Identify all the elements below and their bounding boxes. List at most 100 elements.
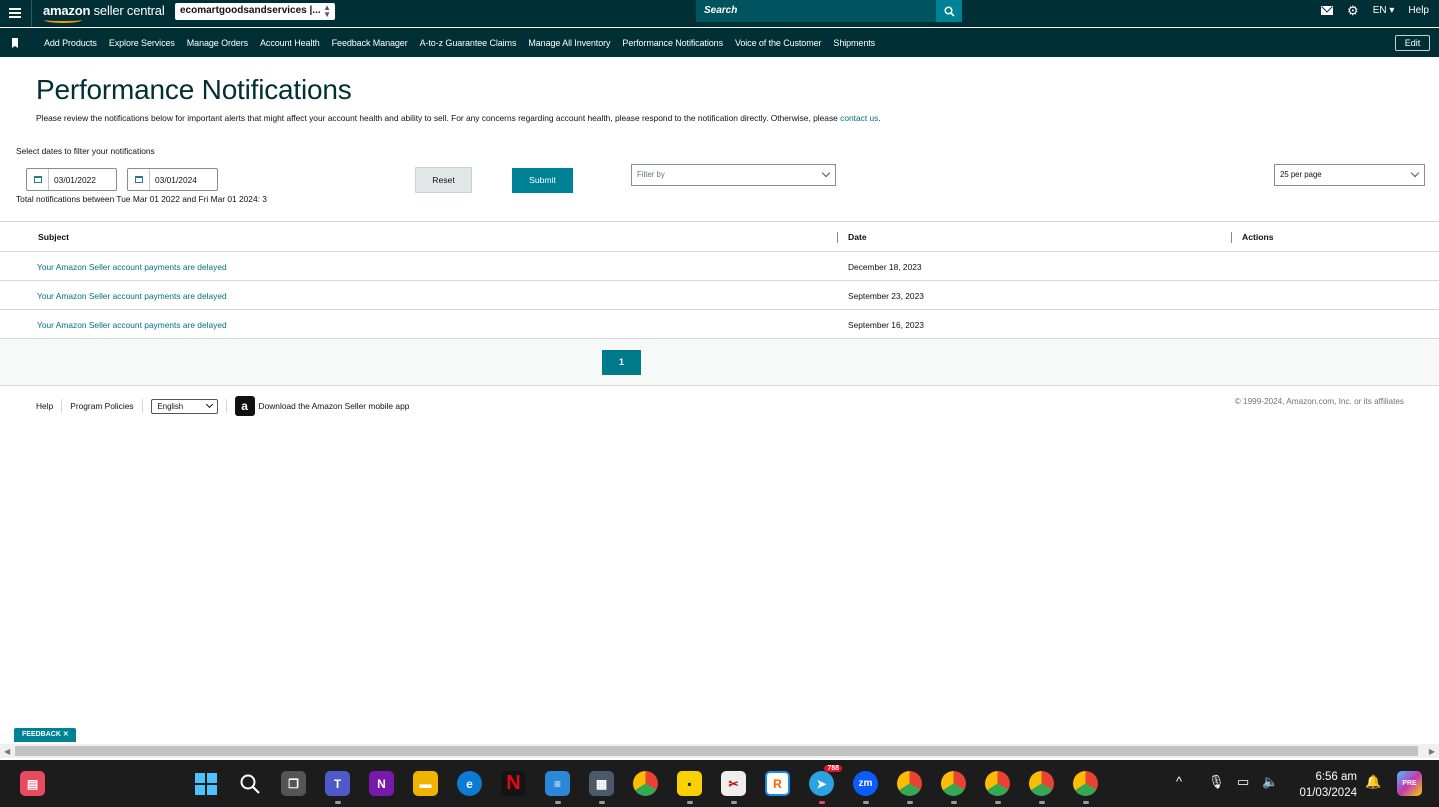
news-widget-icon[interactable]: ▤ [20,771,45,796]
search-icon[interactable] [237,771,262,796]
copilot-icon[interactable]: PRE [1397,771,1422,796]
notification-date: September 23, 2023 [848,291,924,301]
running-indicator [1083,801,1089,804]
chrome-profile-icon[interactable] [1073,771,1098,796]
calendar-icon[interactable] [128,169,150,190]
search-input[interactable]: Search [696,0,936,22]
updown-arrow-icon: ▲ ▼ [323,3,331,19]
teams-icon[interactable]: T [325,771,350,796]
start-date-input[interactable]: 03/01/2022 [26,168,117,191]
scroll-left-icon[interactable]: ◀ [4,747,10,756]
nav-item-add-products[interactable]: Add Products [44,38,97,48]
zoom-icon[interactable]: zm [853,771,878,796]
table-row: Your Amazon Seller account payments are … [0,281,1439,310]
task-view-icon[interactable]: ❐ [281,771,306,796]
running-indicator [951,801,957,804]
clock-time: 6:56 am [1315,771,1357,783]
submit-button[interactable]: Submit [512,168,573,193]
footer-help-link[interactable]: Help [36,401,53,411]
menu-icon[interactable] [9,6,21,20]
volume-icon[interactable]: 🔈 [1262,774,1278,790]
column-header-subject[interactable]: Subject [38,232,69,242]
pagination: 1 [0,338,1439,386]
end-date-input[interactable]: 03/01/2024 [127,168,218,191]
snipping-tool-icon[interactable]: ✂ [721,771,746,796]
chrome-profile-icon[interactable] [985,771,1010,796]
copyright: © 1999-2024, Amazon.com, Inc. or its aff… [1234,397,1404,406]
search-button[interactable] [936,0,962,22]
search-placeholder: Search [704,5,738,16]
running-indicator [1039,801,1045,804]
clock[interactable]: 6:56 am 01/03/2024 [1299,769,1357,801]
reset-button[interactable]: Reset [415,167,472,193]
nav-item-performance-notifications[interactable]: Performance Notifications [622,38,723,48]
calculator-icon[interactable]: ▦ [589,771,614,796]
program-policies-link[interactable]: Program Policies [70,401,133,411]
search-icon [943,5,955,17]
nav-item-voice-of-customer[interactable]: Voice of the Customer [735,38,822,48]
edit-nav-button[interactable]: Edit [1395,35,1430,51]
column-header-actions: Actions [1242,232,1274,242]
per-page-select[interactable]: 25 per page [1274,164,1425,186]
running-indicator [731,801,737,804]
chrome-icon[interactable] [633,771,658,796]
scroll-right-icon[interactable]: ▶ [1429,747,1435,756]
language-selector[interactable]: EN ▾ [1373,5,1395,16]
download-app-link[interactable]: Download the Amazon Seller mobile app [259,401,410,411]
language-label: EN [1372,5,1387,16]
telegram-icon[interactable]: ➤ 788 [809,765,842,796]
page-description: Please review the notifications below fo… [36,113,881,123]
feedback-button[interactable]: FEEDBACK ✕ [14,728,76,742]
nav-item-shipments[interactable]: Shipments [833,38,875,48]
netflix-icon[interactable]: N [501,771,526,796]
microphone-icon[interactable]: 🎙 [1208,774,1225,790]
mail-icon[interactable] [1321,6,1334,15]
horizontal-scrollbar[interactable]: ◀ ▶ [0,744,1439,758]
nav-item-manage-inventory[interactable]: Manage All Inventory [528,38,610,48]
notification-bell-icon[interactable]: 🔔 [1365,774,1381,790]
divider [225,399,227,413]
edge-icon[interactable]: e [457,771,482,796]
end-date-value: 03/01/2024 [155,174,197,185]
notification-subject-link[interactable]: Your Amazon Seller account payments are … [37,262,227,272]
network-icon[interactable]: ▭ [1237,774,1249,790]
chrome-profile-icon[interactable] [1029,771,1054,796]
chevron-down-icon [821,168,831,178]
bookmark-icon[interactable] [12,38,18,48]
scrollbar-thumb[interactable] [15,746,1418,756]
page-button-1[interactable]: 1 [602,350,641,375]
notepad-icon[interactable]: ≡ [545,771,570,796]
notification-subject-link[interactable]: Your Amazon Seller account payments are … [37,291,227,301]
logo-brand: amazon [43,3,91,18]
nav-item-feedback-manager[interactable]: Feedback Manager [332,38,408,48]
logo-product: seller central [93,3,165,18]
chrome-profile-icon[interactable] [897,771,922,796]
nav-item-atoz-claims[interactable]: A-to-z Guarantee Claims [420,38,517,48]
chrome-profile-icon[interactable] [941,771,966,796]
running-indicator [687,801,693,804]
nav-item-manage-orders[interactable]: Manage Orders [187,38,248,48]
filter-by-select[interactable]: Filter by [631,164,836,186]
description-text: Please review the notifications below fo… [36,113,838,123]
onenote-icon[interactable]: N [369,771,394,796]
telegram-badge: 788 [824,765,842,772]
calendar-icon[interactable] [27,169,49,190]
column-header-date[interactable]: Date [848,232,867,242]
table-header: Subject Date Actions [0,222,1439,252]
column-divider [1231,232,1232,243]
seller-central-logo[interactable]: amazon seller central [43,3,165,23]
contact-us-link[interactable]: contact us [840,113,878,123]
nav-item-account-health[interactable]: Account Health [260,38,320,48]
footer-language-select[interactable]: English [150,398,218,414]
notification-subject-link[interactable]: Your Amazon Seller account payments are … [37,320,227,330]
amazon-app-icon[interactable]: a [234,396,255,416]
help-link[interactable]: Help [1408,5,1429,16]
nav-item-explore-services[interactable]: Explore Services [109,38,175,48]
account-selector[interactable]: ecomartgoodsandservices |... ▲ ▼ [175,3,335,20]
file-explorer-icon[interactable]: ▬ [413,771,438,796]
ringcentral-icon[interactable]: R [765,771,790,796]
sticky-notes-icon[interactable]: ▪ [677,771,702,796]
gear-icon[interactable]: ⚙ [1347,4,1359,17]
start-icon[interactable] [193,771,218,796]
chevron-up-icon[interactable]: ^ [1176,774,1182,789]
